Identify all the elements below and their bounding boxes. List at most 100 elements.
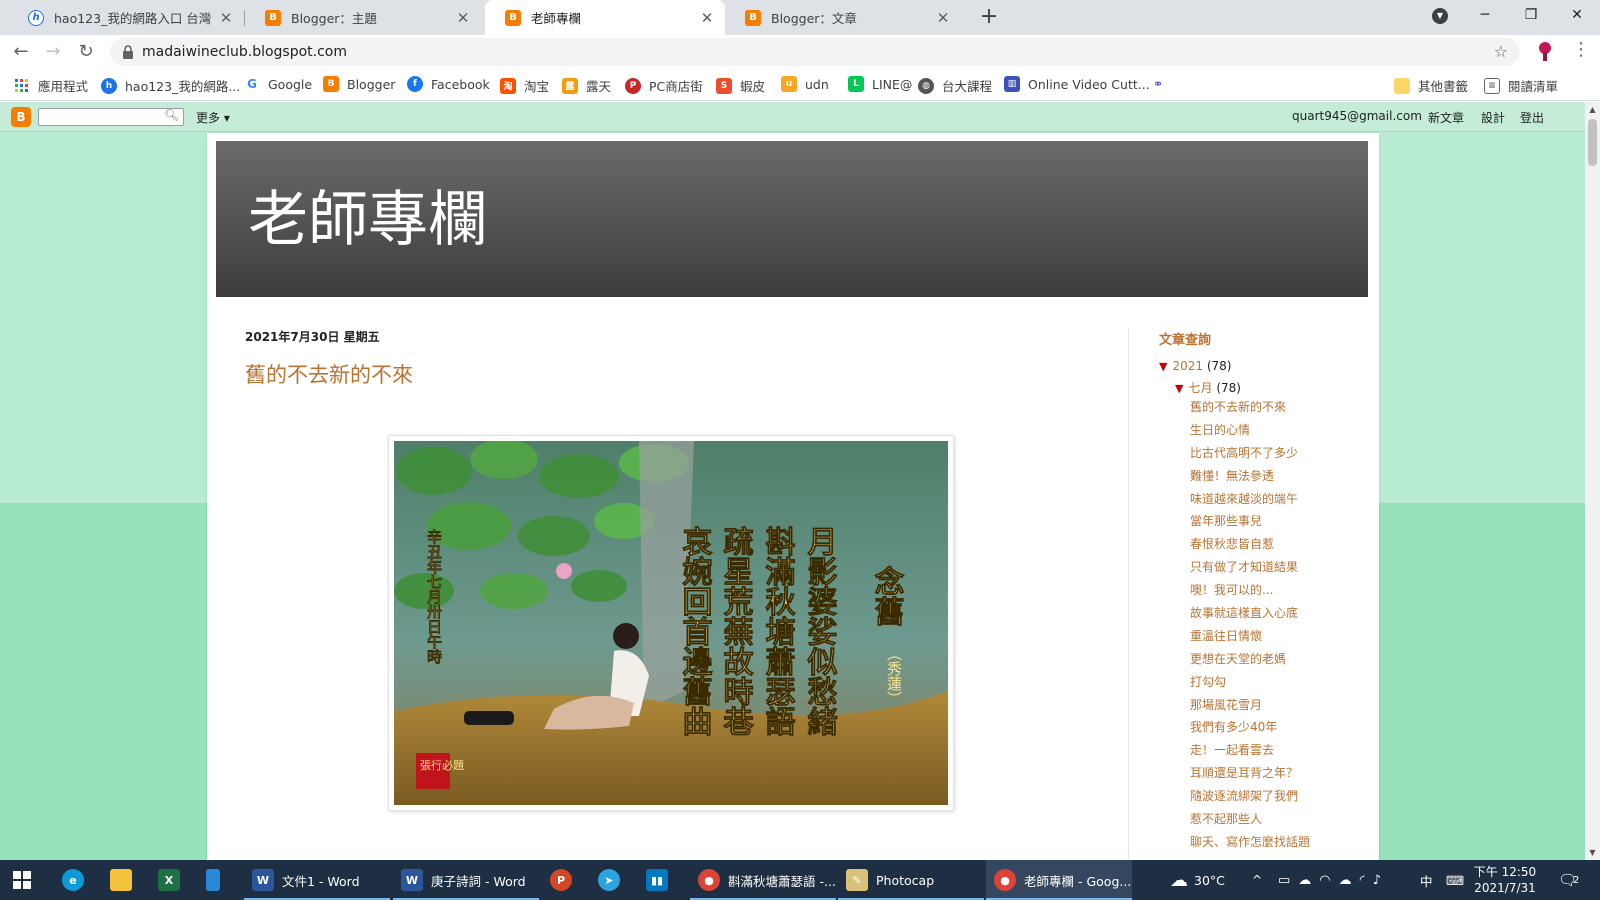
taskbar-chrome-poem[interactable]: ● 斟滿秋塘蕭瑟語 -... [690,860,836,900]
reload-icon[interactable]: ↻ [73,39,99,65]
chevron-up-icon[interactable]: ^ [1252,873,1262,887]
weather-widget[interactable]: ☁ 30°C [1170,860,1225,900]
archive-post-link[interactable]: 那場風花雪月 [1190,696,1350,719]
battery-icon[interactable]: ▭ [1278,873,1298,888]
blogger-logo-icon[interactable]: B [11,107,31,127]
close-icon[interactable]: ✕ [218,9,234,27]
close-icon[interactable]: ✕ [455,9,471,27]
taskbar-photocap[interactable]: ✎ Photocap [838,860,984,900]
bookmark-blogger[interactable]: B Blogger [323,76,395,92]
bookmark-extra[interactable]: ⚭ [1150,76,1174,92]
back-arrow-icon[interactable]: ← [8,39,34,65]
cloud-sync-icon[interactable]: ☁ [1298,873,1319,888]
scroll-up-icon[interactable]: ▲ [1585,102,1600,117]
bookmark-facebook[interactable]: f Facebook [407,76,490,92]
archive-post-link[interactable]: 只有做了才知道結果 [1190,558,1350,581]
extension-icon[interactable] [1536,40,1554,62]
search-icon[interactable]: 🔍︎ [164,108,179,122]
bookmark-hao123[interactable]: h hao123_我的網路... [101,76,240,95]
tab-search-icon[interactable]: ▼ [1432,8,1448,24]
blog-title[interactable]: 老師專欄 [248,171,488,258]
start-button[interactable] [12,860,38,900]
archive-post-link[interactable]: 聊天、寫作怎麼找話題 [1190,833,1350,856]
archive-post-link[interactable]: 味道越來越淡的端午 [1190,490,1350,513]
archive-year[interactable]: ▼ 2021 (78) [1159,359,1231,373]
taskbar-trello[interactable]: ▮▮ [646,860,676,900]
bookmark-line[interactable]: L LINE@ [848,76,912,92]
archive-post-link[interactable]: 走！一起看雲去 [1190,741,1350,764]
archive-year-label[interactable]: 2021 [1172,359,1203,373]
bookmark-pchome[interactable]: P PC商店街 [625,76,703,95]
restore-icon[interactable]: ❐ [1508,0,1554,32]
tab-teacher-column[interactable]: B 老師專欄 ✕ [485,0,725,35]
archive-post-link[interactable]: 隨波逐流綁架了我們 [1190,787,1350,810]
blog-search-input[interactable] [38,108,184,126]
tab-blogger-posts[interactable]: B Blogger：文章 ✕ [725,0,961,35]
archive-post-link[interactable]: 我們有多少40年 [1190,718,1350,741]
triangle-down-icon[interactable]: ▼ [1159,360,1167,373]
archive-post-link[interactable]: 舊的不去新的不來 [1190,398,1350,421]
forward-arrow-icon[interactable]: → [40,39,66,65]
volume-icon[interactable]: ♪ [1373,873,1389,888]
design-link[interactable]: 設計 [1481,109,1505,126]
archive-post-link[interactable]: 難懂！無法參透 [1190,467,1350,490]
bookmark-apps[interactable]: 應用程式 [14,76,88,95]
minimize-icon[interactable]: ─ [1462,0,1508,32]
reading-list[interactable]: ≡ 閱讀清單 [1484,76,1558,95]
wifi-icon[interactable]: ◜ [1360,873,1373,888]
taskbar-file-explorer[interactable] [110,860,140,900]
page-scrollbar[interactable]: ▲ ▼ [1585,102,1600,860]
archive-month[interactable]: ▼ 七月 (78) [1175,379,1241,396]
post-title[interactable]: 舊的不去新的不來 [245,359,413,389]
archive-post-link[interactable]: 更想在天堂的老媽 [1190,650,1350,673]
bookmark-google[interactable]: G Google [244,76,312,92]
tray-overflow[interactable]: ^ [1252,860,1262,900]
keyboard-icon[interactable]: ⌨ [1446,860,1464,900]
bookmark-taobao[interactable]: 淘 淘宝 [500,76,549,95]
taskbar-clock[interactable]: 下午 12:50 2021/7/31 [1470,864,1540,896]
scroll-thumb[interactable] [1588,119,1597,166]
address-bar[interactable]: madaiwineclub.blogspot.com ☆ [110,38,1520,66]
archive-post-link[interactable]: 比古代高明不了多少 [1190,444,1350,467]
window-close-icon[interactable]: ✕ [1554,0,1600,32]
bookmark-ntu-course[interactable]: ◍ 台大課程 [918,76,992,95]
archive-post-link[interactable]: 重溫往日情懷 [1190,627,1350,650]
bookmark-udn[interactable]: u udn [781,76,829,92]
archive-post-link[interactable]: 生日的心情 [1190,421,1350,444]
bookmark-shopee[interactable]: S 蝦皮 [716,76,765,95]
taskbar-edge[interactable]: e [62,860,92,900]
network-icon[interactable]: ◠ [1319,873,1338,888]
triangle-down-icon[interactable]: ▼ [1175,382,1183,395]
scroll-down-icon[interactable]: ▼ [1585,845,1600,860]
bookmark-star-icon[interactable]: ☆ [1494,42,1508,61]
menu-kebab-icon[interactable]: ⋮ [1572,39,1590,60]
archive-post-link[interactable]: 春恨秋悲皆自惹 [1190,535,1350,558]
close-icon[interactable]: ✕ [699,9,715,27]
tab-hao123[interactable]: h hao123_我的網路入口 台灣 ✕ [8,0,244,35]
sign-out-link[interactable]: 登出 [1520,109,1544,126]
taskbar-chrome-blog[interactable]: ● 老師專欄 - Goog... [986,860,1132,900]
taskbar-word-doc1[interactable]: W 文件1 - Word [244,860,390,900]
taskbar-telegram[interactable]: ➤ [598,860,628,900]
bookmark-online-video-cutter[interactable]: ▥ Online Video Cutt... [1004,76,1150,92]
other-bookmarks[interactable]: 其他書籤 [1394,76,1468,95]
new-post-link[interactable]: 新文章 [1428,109,1464,126]
post-image[interactable]: 念舊 月影婆娑似愁緒 斟滿秋塘蕭瑟語 疏星荒蕪故時巷 哀婉回首邊舊曲 （秀蓮） … [388,435,954,811]
archive-month-label[interactable]: 七月 [1188,381,1212,395]
taskbar-word-poems[interactable]: W 庚子詩詞 - Word [393,860,539,900]
close-icon[interactable]: ✕ [935,9,951,27]
taskbar-excel[interactable]: X [158,860,188,900]
taskbar-notepad[interactable] [206,860,228,900]
archive-post-link[interactable]: 當年那些事兒 [1190,512,1350,535]
onedrive-icon[interactable]: ☁ [1339,873,1360,888]
archive-post-link[interactable]: 打勾勾 [1190,673,1350,696]
new-tab-button[interactable]: + [976,5,1002,31]
account-email[interactable]: quart945@gmail.com [1292,109,1422,123]
bookmark-ruten[interactable]: 露 露天 [562,76,611,95]
more-menu[interactable]: 更多 ▾ [196,109,230,126]
archive-post-link[interactable]: 故事就這樣直入心底 [1190,604,1350,627]
notification-center[interactable]: 🗨︎ 2 [1558,860,1579,900]
ime-indicator[interactable]: 中 [1420,860,1433,900]
archive-post-link[interactable]: 惹不起那些人 [1190,810,1350,833]
taskbar-powerpoint[interactable]: P [550,860,580,900]
